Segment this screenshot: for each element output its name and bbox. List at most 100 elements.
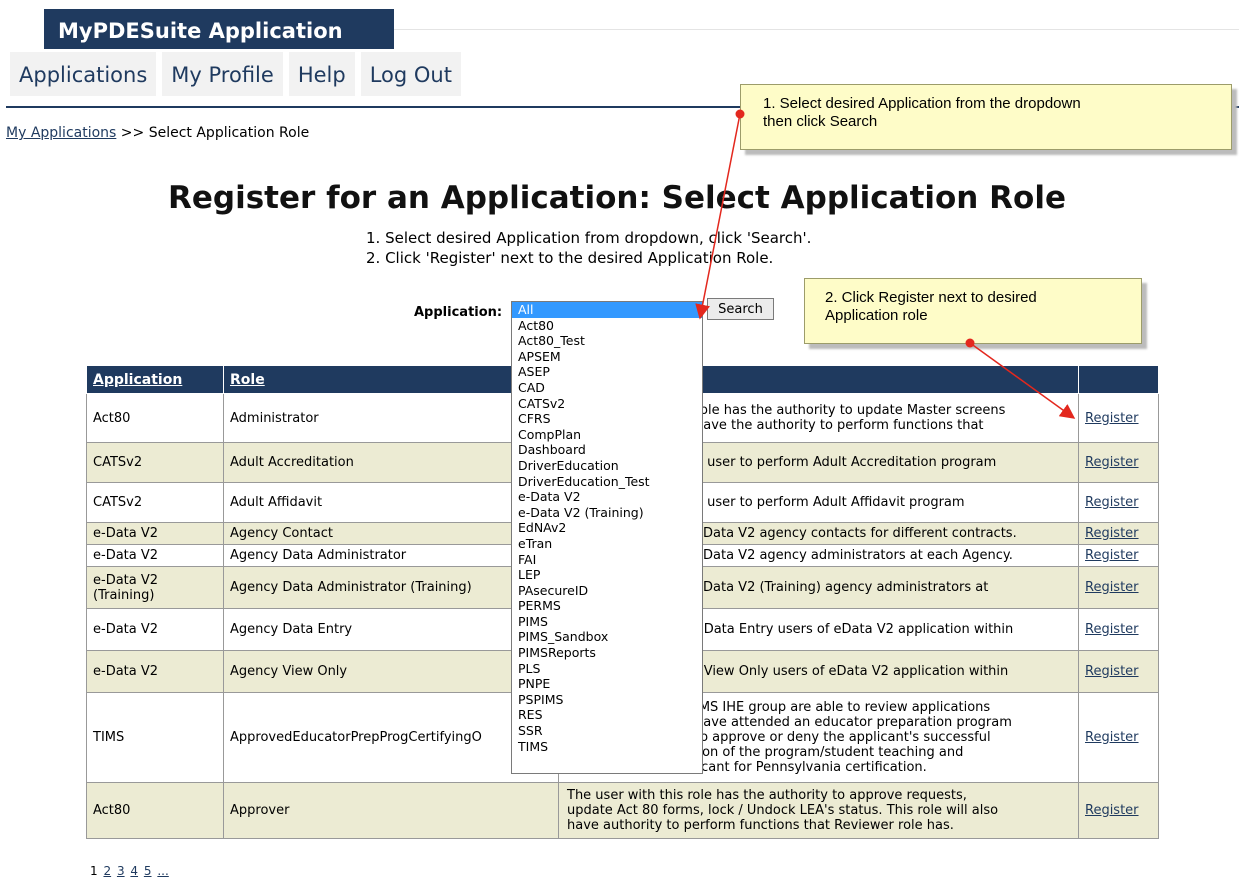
instruction-step-2: 2. Click 'Register' next to the desired … [366, 249, 774, 267]
cell-role: ApprovedEducatorPrepProgCertifyingO [223, 692, 559, 783]
pager-current: 1 [90, 864, 98, 878]
breadcrumb-current: Select Application Role [148, 125, 310, 141]
callout-click-register: 2. Click Register next to desired Applic… [804, 278, 1142, 344]
application-filter-label: Application: [414, 305, 503, 320]
register-link[interactable]: Register [1085, 495, 1139, 510]
cell-role: Adult Accreditation [223, 442, 559, 483]
cell-role: Agency Data Administrator (Training) [223, 566, 559, 609]
app-title: MyPDESuite Application [44, 9, 394, 49]
register-link[interactable]: Register [1085, 622, 1139, 637]
cell-application: e-Data V2 [86, 608, 224, 651]
search-button[interactable]: Search [707, 298, 774, 320]
cell-application: e-Data V2 [86, 650, 224, 693]
breadcrumb-separator: >> [120, 125, 145, 141]
cell-application: e-Data V2 [86, 522, 224, 545]
dropdown-option[interactable]: ASEP [512, 364, 702, 380]
dropdown-option[interactable]: Dashboard [512, 442, 702, 458]
dropdown-option[interactable]: PSPIMS [512, 692, 702, 708]
nav-log-out[interactable]: Log Out [360, 52, 461, 96]
callout-select-application: 1. Select desired Application from the d… [740, 84, 1232, 150]
cell-role: Agency Data Entry [223, 608, 559, 651]
cell-role: Agency View Only [223, 650, 559, 693]
dropdown-option[interactable]: PNPE [512, 676, 702, 692]
dropdown-option[interactable]: e-Data V2 (Training) [512, 505, 702, 521]
dropdown-option[interactable]: DriverEducation [512, 458, 702, 474]
dropdown-option[interactable]: EdNAv2 [512, 520, 702, 536]
application-dropdown-list[interactable]: All Act80 Act80_Test APSEM ASEP CAD CATS… [511, 301, 703, 774]
dropdown-option[interactable]: Act80_Test [512, 333, 702, 349]
register-link[interactable]: Register [1085, 411, 1139, 426]
dropdown-option[interactable]: TIMS [512, 739, 702, 755]
cell-application: e-Data V2 [86, 544, 224, 567]
instruction-step-1: 1. Select desired Application from dropd… [366, 229, 812, 247]
cell-action: Register [1078, 522, 1159, 545]
dropdown-option[interactable]: CFRS [512, 411, 702, 427]
pager-more-link[interactable]: ... [157, 864, 168, 878]
breadcrumb-my-applications[interactable]: My Applications [6, 125, 116, 141]
header-divider [394, 29, 1239, 30]
dropdown-option[interactable]: PERMS [512, 598, 702, 614]
dropdown-option[interactable]: PAsecureID [512, 583, 702, 599]
dropdown-option[interactable]: PIMSReports [512, 645, 702, 661]
dropdown-option[interactable]: PLS [512, 661, 702, 677]
cell-role: Agency Data Administrator [223, 544, 559, 567]
cell-action: Register [1078, 482, 1159, 523]
dropdown-option[interactable]: SSR [512, 723, 702, 739]
page-title: Register for an Application: Select Appl… [168, 180, 1066, 216]
cell-role: Agency Contact [223, 522, 559, 545]
register-link[interactable]: Register [1085, 664, 1139, 679]
register-link[interactable]: Register [1085, 548, 1139, 563]
dropdown-option[interactable]: PIMS_Sandbox [512, 629, 702, 645]
dropdown-option[interactable]: RES [512, 707, 702, 723]
cell-application: TIMS [86, 692, 224, 783]
main-nav: Applications My Profile Help Log Out [10, 52, 467, 100]
register-link[interactable]: Register [1085, 803, 1139, 818]
cell-application: CATSv2 [86, 442, 224, 483]
dropdown-option[interactable]: CompPlan [512, 427, 702, 443]
cell-role: Approver [223, 782, 559, 839]
cell-action: Register [1078, 442, 1159, 483]
cell-description: The user with this role has the authorit… [558, 782, 1079, 839]
cell-role: Administrator [223, 393, 559, 443]
cell-action: Register [1078, 544, 1159, 567]
cell-application: Act80 [86, 393, 224, 443]
dropdown-option[interactable]: FAI [512, 552, 702, 568]
nav-help[interactable]: Help [288, 52, 355, 96]
cell-action: Register [1078, 692, 1159, 783]
register-link[interactable]: Register [1085, 526, 1139, 541]
dropdown-option[interactable]: e-Data V2 [512, 489, 702, 505]
pager-link[interactable]: 4 [130, 864, 138, 878]
header-role[interactable]: Role [223, 365, 559, 394]
pager-link[interactable]: 5 [144, 864, 152, 878]
cell-action: Register [1078, 650, 1159, 693]
cell-application: CATSv2 [86, 482, 224, 523]
cell-action: Register [1078, 393, 1159, 443]
header-application[interactable]: Application [86, 365, 224, 394]
breadcrumb: My Applications >> Select Application Ro… [6, 125, 309, 141]
dropdown-option[interactable]: CATSv2 [512, 396, 702, 412]
nav-my-profile[interactable]: My Profile [162, 52, 283, 96]
header-action [1078, 365, 1159, 394]
dropdown-option[interactable]: eTran [512, 536, 702, 552]
cell-application: Act80 [86, 782, 224, 839]
register-link[interactable]: Register [1085, 580, 1139, 595]
register-link[interactable]: Register [1085, 455, 1139, 470]
dropdown-option[interactable]: Act80 [512, 318, 702, 334]
register-link[interactable]: Register [1085, 730, 1139, 745]
dropdown-option[interactable]: PIMS [512, 614, 702, 630]
dropdown-option[interactable]: CAD [512, 380, 702, 396]
dropdown-option[interactable]: APSEM [512, 349, 702, 365]
pager-link[interactable]: 2 [103, 864, 111, 878]
cell-application: e-Data V2 (Training) [86, 566, 224, 609]
cell-action: Register [1078, 566, 1159, 609]
table-row: Act80 Approver The user with this role h… [86, 782, 1159, 839]
dropdown-option[interactable]: DriverEducation_Test [512, 474, 702, 490]
dropdown-option-selected[interactable]: All [512, 302, 702, 318]
nav-applications[interactable]: Applications [10, 52, 157, 96]
cell-action: Register [1078, 608, 1159, 651]
pager-link[interactable]: 3 [117, 864, 125, 878]
cell-action: Register [1078, 782, 1159, 839]
cell-role: Adult Affidavit [223, 482, 559, 523]
arrow-to-dropdown [695, 113, 741, 320]
dropdown-option[interactable]: LEP [512, 567, 702, 583]
